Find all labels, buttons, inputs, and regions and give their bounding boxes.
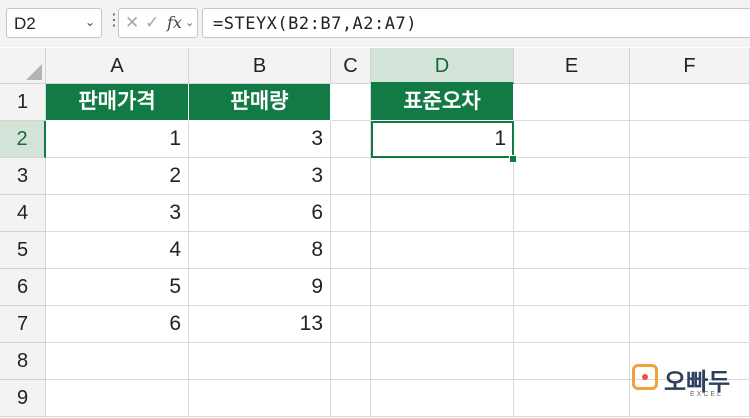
chevron-down-icon[interactable]: ⌄ bbox=[185, 16, 194, 29]
cell-d7[interactable] bbox=[371, 306, 514, 343]
cell-b1[interactable]: 판매량 bbox=[189, 84, 331, 121]
name-box-value: D2 bbox=[14, 14, 36, 33]
cell-d5[interactable] bbox=[371, 232, 514, 269]
cell-f6[interactable] bbox=[630, 269, 750, 306]
cell-a4[interactable]: 3 bbox=[46, 195, 189, 232]
enter-icon[interactable]: ✓ bbox=[145, 13, 159, 33]
formula-input[interactable]: =STEYX(B2:B7,A2:A7) bbox=[202, 8, 750, 38]
cell-c6[interactable] bbox=[331, 269, 371, 306]
cell-d2[interactable]: 1 bbox=[371, 121, 514, 158]
cell-e4[interactable] bbox=[514, 195, 630, 232]
watermark-subtext: EXCEL bbox=[690, 391, 723, 398]
row-header-7[interactable]: 7 bbox=[0, 306, 46, 343]
cell-f3[interactable] bbox=[630, 158, 750, 195]
cell-f5[interactable] bbox=[630, 232, 750, 269]
cell-c4[interactable] bbox=[331, 195, 371, 232]
cell-c5[interactable] bbox=[331, 232, 371, 269]
cell-f1[interactable] bbox=[630, 84, 750, 121]
cell-b6[interactable]: 9 bbox=[189, 269, 331, 306]
select-all-button[interactable] bbox=[0, 48, 46, 84]
camera-logo-icon bbox=[632, 364, 658, 390]
column-header-b[interactable]: B bbox=[189, 48, 331, 84]
cell-f7[interactable] bbox=[630, 306, 750, 343]
cell-a2[interactable]: 1 bbox=[46, 121, 189, 158]
cell-b8[interactable] bbox=[189, 343, 331, 380]
cell-b4[interactable]: 6 bbox=[189, 195, 331, 232]
cell-a6[interactable]: 5 bbox=[46, 269, 189, 306]
cell-b5[interactable]: 8 bbox=[189, 232, 331, 269]
row-header-9[interactable]: 9 bbox=[0, 380, 46, 417]
cell-a3[interactable]: 2 bbox=[46, 158, 189, 195]
cell-d1[interactable]: 표준오차 bbox=[371, 84, 514, 121]
cell-b3[interactable]: 3 bbox=[189, 158, 331, 195]
row-header-1[interactable]: 1 bbox=[0, 84, 46, 121]
cell-e7[interactable] bbox=[514, 306, 630, 343]
cell-d9[interactable] bbox=[371, 380, 514, 417]
row-header-3[interactable]: 3 bbox=[0, 158, 46, 195]
row-header-2[interactable]: 2 bbox=[0, 121, 46, 158]
cell-e8[interactable] bbox=[514, 343, 630, 380]
logo-dot bbox=[642, 374, 648, 380]
cell-e5[interactable] bbox=[514, 232, 630, 269]
cell-f2[interactable] bbox=[630, 121, 750, 158]
column-header-e[interactable]: E bbox=[514, 48, 630, 84]
cancel-icon[interactable]: ✕ bbox=[125, 13, 139, 33]
cell-e9[interactable] bbox=[514, 380, 630, 417]
cell-a8[interactable] bbox=[46, 343, 189, 380]
cell-c3[interactable] bbox=[331, 158, 371, 195]
cell-a9[interactable] bbox=[46, 380, 189, 417]
cell-a1[interactable]: 판매가격 bbox=[46, 84, 189, 121]
cell-e1[interactable] bbox=[514, 84, 630, 121]
cell-e3[interactable] bbox=[514, 158, 630, 195]
cell-e2[interactable] bbox=[514, 121, 630, 158]
cell-b7[interactable]: 13 bbox=[189, 306, 331, 343]
cell-c9[interactable] bbox=[331, 380, 371, 417]
column-header-d[interactable]: D bbox=[371, 48, 514, 84]
cell-c2[interactable] bbox=[331, 121, 371, 158]
column-header-f[interactable]: F bbox=[630, 48, 750, 84]
cell-c7[interactable] bbox=[331, 306, 371, 343]
cell-d4[interactable] bbox=[371, 195, 514, 232]
cell-f4[interactable] bbox=[630, 195, 750, 232]
formula-text: =STEYX(B2:B7,A2:A7) bbox=[213, 14, 417, 34]
cell-b9[interactable] bbox=[189, 380, 331, 417]
cell-d6[interactable] bbox=[371, 269, 514, 306]
cell-c1[interactable] bbox=[331, 84, 371, 121]
cell-c8[interactable] bbox=[331, 343, 371, 380]
cell-b2[interactable]: 3 bbox=[189, 121, 331, 158]
cell-a5[interactable]: 4 bbox=[46, 232, 189, 269]
column-header-a[interactable]: A bbox=[46, 48, 189, 84]
name-box[interactable]: D2 ⌄ bbox=[6, 8, 102, 38]
chevron-down-icon[interactable]: ⌄ bbox=[85, 15, 95, 29]
select-all-icon bbox=[26, 64, 42, 80]
row-header-5[interactable]: 5 bbox=[0, 232, 46, 269]
column-header-c[interactable]: C bbox=[331, 48, 371, 84]
cell-d3[interactable] bbox=[371, 158, 514, 195]
formula-bar: D2 ⌄ ⋮ ✕ ✓ fx ⌄ =STEYX(B2:B7,A2:A7) bbox=[0, 0, 750, 47]
formula-tools: ✕ ✓ fx ⌄ bbox=[118, 8, 198, 38]
insert-function-icon[interactable]: fx bbox=[167, 13, 182, 32]
cell-d8[interactable] bbox=[371, 343, 514, 380]
row-header-8[interactable]: 8 bbox=[0, 343, 46, 380]
fill-handle[interactable] bbox=[509, 155, 517, 163]
cell-e6[interactable] bbox=[514, 269, 630, 306]
watermark-logo: 오빠두 EXCEL bbox=[632, 362, 744, 402]
row-header-4[interactable]: 4 bbox=[0, 195, 46, 232]
row-header-6[interactable]: 6 bbox=[0, 269, 46, 306]
cell-a7[interactable]: 6 bbox=[46, 306, 189, 343]
